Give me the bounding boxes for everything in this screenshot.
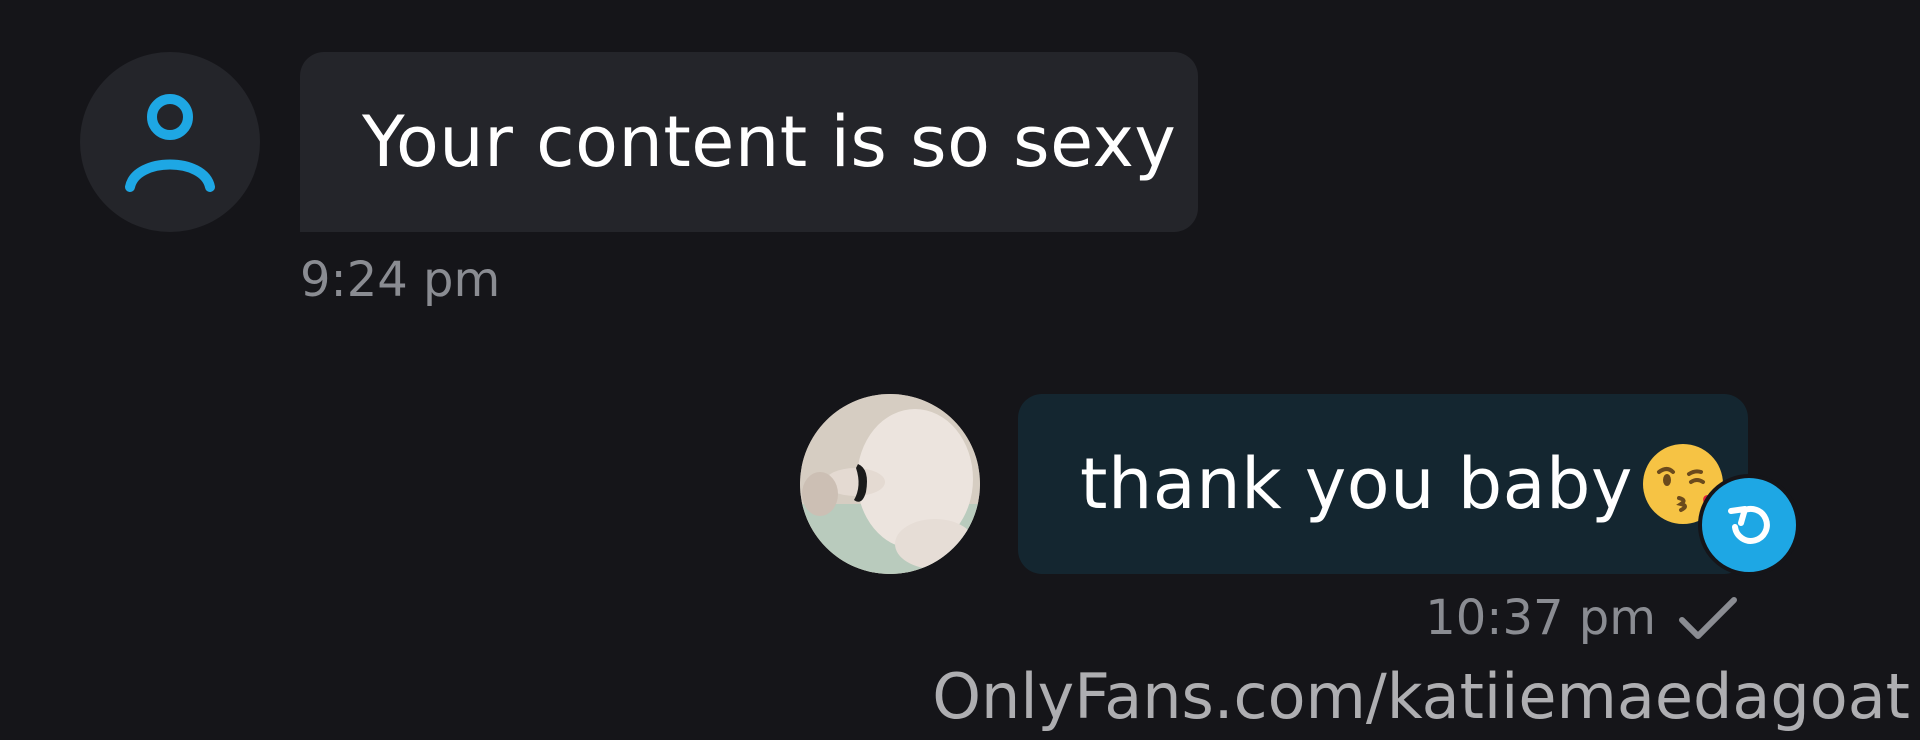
avatar-photo-image xyxy=(800,394,980,574)
incoming-message-text: Your content is so sexy xyxy=(362,101,1177,183)
user-icon xyxy=(125,94,215,192)
check-icon xyxy=(1679,597,1737,639)
outgoing-message-time: 10:37 pm xyxy=(1425,590,1656,646)
creator-avatar[interactable] xyxy=(800,394,980,574)
outgoing-message-text: thank you baby xyxy=(1080,443,1633,525)
incoming-message-bubble[interactable]: Your content is so sexy xyxy=(300,52,1198,232)
outgoing-message-meta: 10:37 pm xyxy=(1425,590,1740,646)
undo-button[interactable] xyxy=(1698,474,1800,576)
outgoing-message-bubble[interactable]: thank you baby xyxy=(1018,394,1748,574)
incoming-message-time: 9:24 pm xyxy=(300,252,501,308)
watermark-text: OnlyFans.com/katiiemaedagoat xyxy=(932,660,1910,733)
sender-avatar[interactable] xyxy=(80,52,260,232)
undo-icon xyxy=(1728,506,1770,544)
chat-thread: Your content is so sexy 9:24 pm thank yo… xyxy=(0,0,1920,740)
